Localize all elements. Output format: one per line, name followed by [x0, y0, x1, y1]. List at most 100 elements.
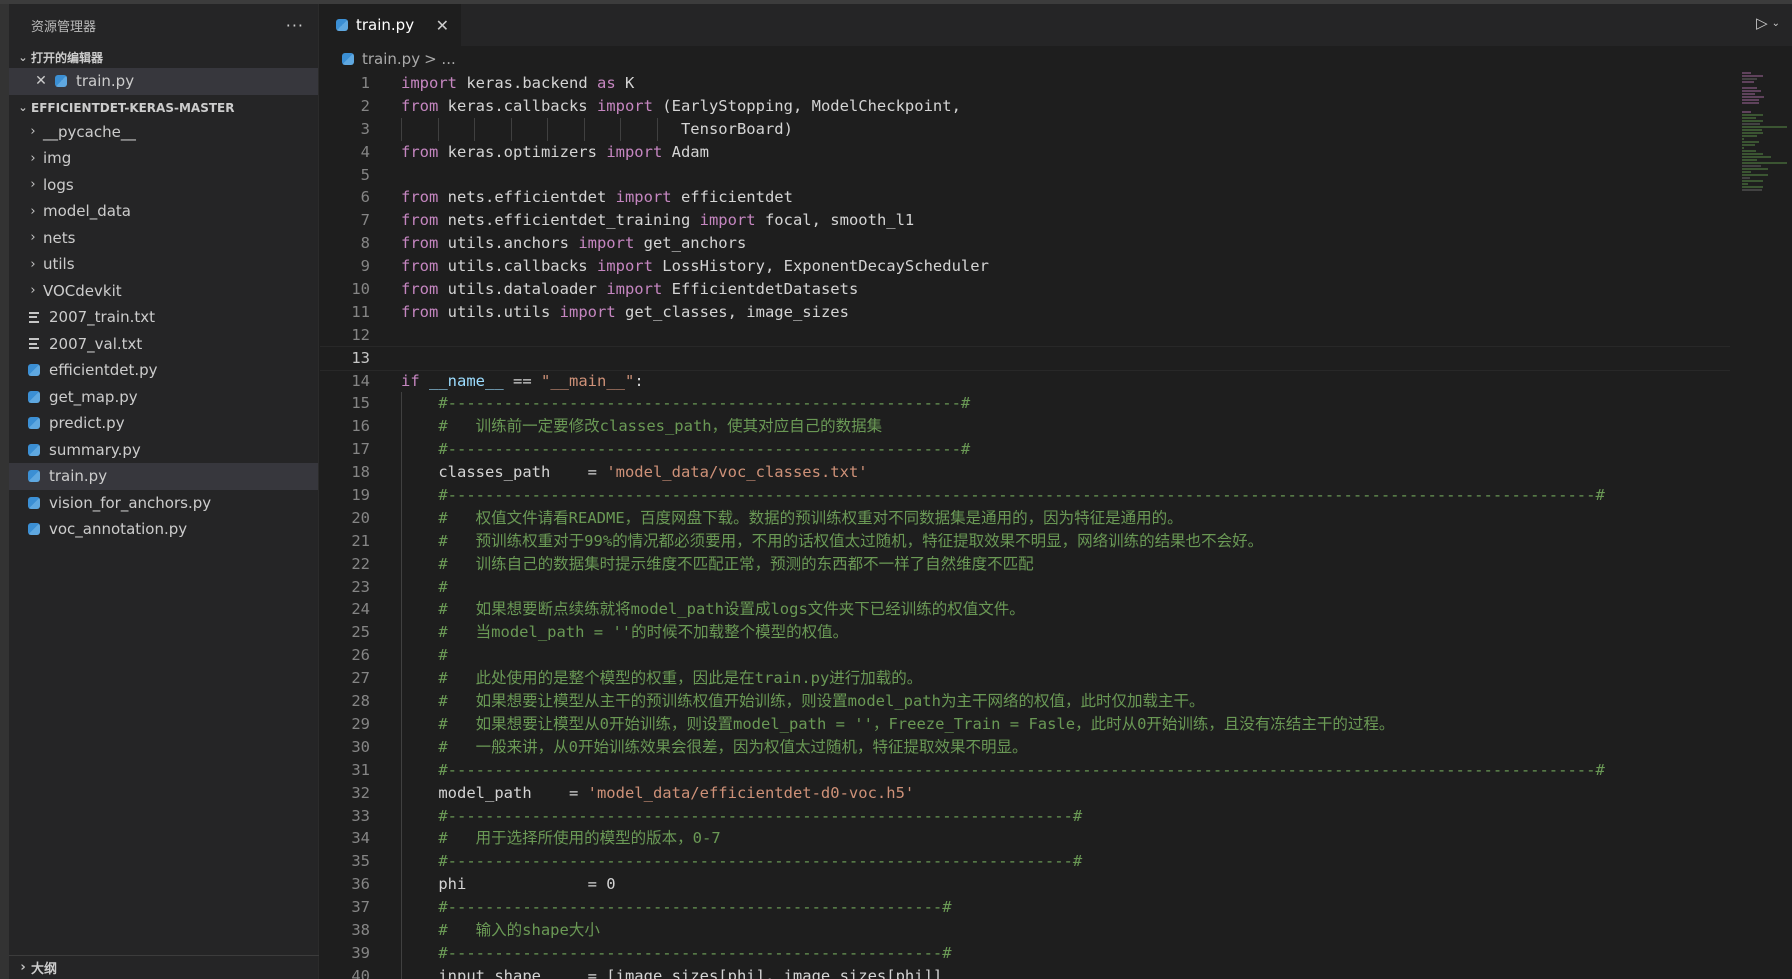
file-tree-item[interactable]: › model_data [9, 198, 318, 225]
file-tree-item[interactable]: summary.py [9, 437, 318, 464]
code-line[interactable]: 12 [320, 324, 1730, 347]
code-line[interactable]: 11 from utils.utils import get_classes, i… [320, 301, 1730, 324]
code-line[interactable]: 24 # 如果想要断点续练就将model_path设置成logs文件夹下已经训练… [320, 598, 1730, 622]
file-tree-item[interactable]: efficientdet.py [9, 357, 318, 384]
file-tree-item[interactable]: train.py [9, 463, 318, 490]
code-token: # 如果想要断点续练就将model_path设置成logs文件夹下已经训练的权值… [438, 600, 1025, 619]
code-line[interactable]: 17 #------------------------------------… [320, 438, 1730, 462]
breadcrumb-file[interactable]: train.py [362, 50, 420, 68]
code-line[interactable]: 14 if __name__ == "__main__": [320, 370, 1730, 393]
code-text: #---------------------------------------… [401, 805, 1082, 828]
code-text: # 如果想要断点续练就将model_path设置成logs文件夹下已经训练的权值… [401, 598, 1025, 621]
minimap-line [1742, 75, 1763, 77]
code-line[interactable]: 13 [320, 345, 1730, 371]
code-line[interactable]: 4 from keras.optimizers import Adam [320, 141, 1730, 164]
code-line[interactable]: 5 [320, 164, 1730, 187]
minimap-line [1742, 81, 1754, 83]
code-token: import [699, 211, 756, 230]
code-line[interactable]: 1 import keras.backend as K [320, 72, 1730, 95]
more-actions-icon[interactable]: ··· [286, 16, 304, 35]
line-number: 32 [351, 783, 370, 802]
code-line[interactable]: 22 # 训练自己的数据集时提示维度不匹配正常，预测的东西都不一样了自然维度不匹… [320, 552, 1730, 576]
code-token: nets.efficientdet [438, 188, 616, 207]
code-line[interactable]: 35 #------------------------------------… [320, 850, 1730, 874]
code-editor[interactable]: 1 import keras.backend as K 2 from keras.ca… [320, 72, 1730, 979]
code-token: EfficientdetDatasets [662, 280, 859, 299]
code-line[interactable]: 38 # 输入的shape大小 [320, 918, 1730, 942]
close-icon[interactable]: ✕ [436, 16, 449, 35]
code-line[interactable]: 27 # 此处使用的是整个模型的权重，因此是在train.py进行加载的。 [320, 667, 1730, 691]
code-token: import [559, 302, 616, 321]
file-tree-item[interactable]: vision_for_anchors.py [9, 490, 318, 517]
code-line[interactable]: 8 from utils.anchors import get_anchors [320, 232, 1730, 255]
file-tree-item[interactable]: › img [9, 145, 318, 172]
run-button[interactable]: ▷ ⌄ [1756, 14, 1780, 32]
code-line[interactable]: 29 # 如果想要让模型从0开始训练，则设置model_path = ''，Fr… [320, 712, 1730, 736]
code-token: import [596, 96, 653, 115]
code-token: # 预训练权重对于99%的情况都必须要用，不用的话权值太过随机，特征提取效果不明… [438, 531, 1264, 550]
code-line[interactable]: 30 # 一般来讲，从0开始训练效果会很差，因为权值太过随机，特征提取效果不明显… [320, 735, 1730, 759]
file-tree-item[interactable]: › utils [9, 251, 318, 278]
code-token: utils.anchors [438, 234, 579, 253]
open-editor-item-train[interactable]: ✕ train.py [9, 68, 318, 95]
code-line[interactable]: 40 input_shape = [image_sizes[phi], imag… [320, 964, 1730, 979]
minimap-line [1742, 165, 1762, 167]
code-token: TensorBoard) [401, 119, 793, 138]
line-number: 37 [351, 898, 370, 917]
code-line[interactable]: 19 #------------------------------------… [320, 484, 1730, 507]
code-line[interactable]: 25 # 当model_path = ''的时候不加载整个模型的权值。 [320, 621, 1730, 645]
code-token: import [596, 257, 653, 276]
code-token: import [401, 74, 457, 92]
code-line[interactable]: 39 #------------------------------------… [320, 941, 1730, 965]
code-line[interactable]: 16 # 训练前一定要修改classes_path，使其对应自己的数据集 [320, 415, 1730, 439]
close-icon[interactable]: ✕ [33, 73, 49, 89]
file-tree-item[interactable]: › __pycache__ [9, 119, 318, 146]
file-tree-item[interactable]: get_map.py [9, 384, 318, 411]
minimap-line [1742, 117, 1756, 119]
code-line[interactable]: 37 #------------------------------------… [320, 896, 1730, 919]
line-number: 18 [351, 463, 370, 482]
code-line[interactable]: 36 phi = 0 [320, 873, 1730, 897]
file-tree-item[interactable]: predict.py [9, 410, 318, 437]
code-line[interactable]: 10 from utils.dataloader import Efficient… [320, 278, 1730, 301]
code-line[interactable]: 3 TensorBoard) [320, 117, 1730, 141]
file-tree-item[interactable]: voc_annotation.py [9, 516, 318, 543]
code-line[interactable]: 18 classes_path = 'model_data/voc_classe… [320, 461, 1730, 485]
code-text: TensorBoard) [401, 118, 793, 141]
code-line[interactable]: 2 from keras.callbacks import (EarlyStopp… [320, 95, 1730, 118]
code-line[interactable]: 7 from nets.efficientdet_training import … [320, 209, 1730, 232]
code-line[interactable]: 28 # 如果想要让模型从主干的预训练权值开始训练，则设置model_path为… [320, 690, 1730, 713]
breadcrumb-rest[interactable]: > ... [424, 50, 456, 68]
file-tree-item[interactable]: › nets [9, 225, 318, 252]
file-tree-item[interactable]: 2007_train.txt [9, 304, 318, 331]
file-tree-item[interactable]: › logs [9, 172, 318, 199]
project-section[interactable]: ⌄ EFFICIENTDET-KERAS-MASTER [9, 97, 318, 119]
code-line[interactable]: 9 from utils.callbacks import LossHistory… [320, 255, 1730, 278]
code-token: # 当model_path = ''的时候不加载整个模型的权值。 [438, 623, 849, 642]
breadcrumb[interactable]: train.py > ... [320, 46, 1792, 72]
file-tree-item[interactable]: 2007_val.txt [9, 331, 318, 358]
code-text: #---------------------------------------… [401, 759, 1604, 782]
file-tree-item[interactable]: › VOCdevkit [9, 278, 318, 305]
minimap-line [1742, 153, 1763, 155]
code-line[interactable]: 31 #------------------------------------… [320, 758, 1730, 782]
code-line[interactable]: 32 model_path = 'model_data/efficientdet… [320, 781, 1730, 805]
minimap[interactable] [1742, 72, 1790, 492]
outline-section[interactable]: › 大纲 [9, 955, 319, 979]
code-line[interactable]: 26 # [320, 644, 1730, 668]
line-number: 38 [351, 920, 370, 939]
tab-train-py[interactable]: train.py ✕ [320, 4, 461, 46]
code-line[interactable]: 6 from nets.efficientdet import efficient… [320, 186, 1730, 209]
code-line[interactable]: 21 # 预训练权重对于99%的情况都必须要用，不用的话权值太过随机，特征提取效… [320, 529, 1730, 553]
chevron-right-icon: › [20, 960, 26, 975]
code-line[interactable]: 34 # 用于选择所使用的模型的版本，0-7 [320, 827, 1730, 851]
code-line[interactable]: 15 #------------------------------------… [320, 392, 1730, 416]
open-editors-section[interactable]: ⌄ 打开的编辑器 [9, 46, 318, 68]
code-line[interactable]: 33 #------------------------------------… [320, 804, 1730, 828]
code-token: keras.backend [457, 74, 597, 92]
line-number: 39 [351, 943, 370, 962]
minimap-line [1742, 150, 1756, 152]
code-line[interactable]: 23 # [320, 575, 1730, 599]
code-token: from [401, 211, 439, 230]
code-line[interactable]: 20 # 权值文件请看README，百度网盘下载。数据的预训练权重对不同数据集是… [320, 506, 1730, 530]
